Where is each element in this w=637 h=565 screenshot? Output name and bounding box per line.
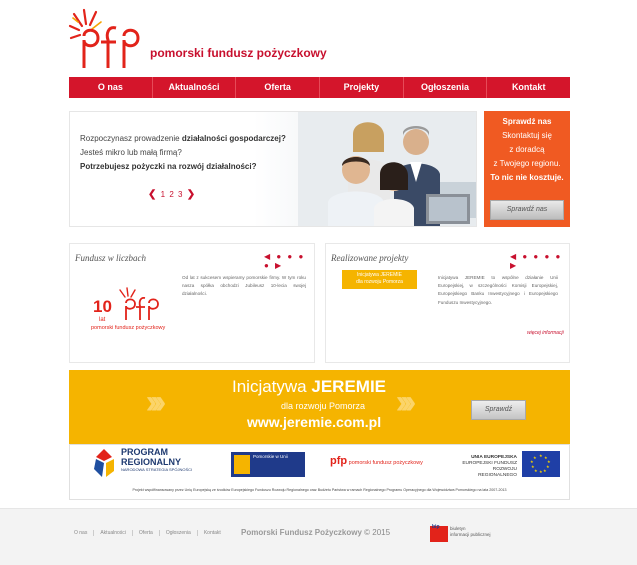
jeremie-tag-sub: dla rozwoju Pomorza xyxy=(356,279,403,285)
bip-line2: informacji publicznej xyxy=(450,532,491,537)
next-arrow-icon[interactable]: ❯ xyxy=(187,189,196,200)
svg-text:★: ★ xyxy=(539,453,543,458)
footer-link-o-nas[interactable]: O nas xyxy=(74,530,95,536)
program-line2: REGIONALNY xyxy=(121,457,182,467)
ue-line3: ROZWOJU REGIONALNEGO xyxy=(478,467,517,478)
footer-nav: O nas Aktualności Oferta Ogłoszenia Kont… xyxy=(74,530,227,536)
nav-item-oferta[interactable]: Oferta xyxy=(236,77,321,98)
prev-arrow-icon[interactable]: ❮ xyxy=(148,189,157,200)
anniversary-badge: 10 lat pomorski fundusz pożyczkowy xyxy=(91,287,167,332)
banner-title-pre: Inicjatywa xyxy=(232,377,312,396)
cofinancing-footnote: Projekt współfinansowany przez Unię Euro… xyxy=(132,488,507,492)
copyright-year: © 2015 xyxy=(361,528,391,537)
hero-line2: Jesteś mikro lub małą firmą? xyxy=(80,148,182,157)
nav-item-projekty[interactable]: Projekty xyxy=(320,77,404,98)
pfp-logo[interactable] xyxy=(68,6,146,70)
eu-flag-icon: ★ ★★★ ★★★★ ★★ xyxy=(522,451,560,477)
badge-pfp-logo xyxy=(119,287,159,320)
svg-text:★: ★ xyxy=(531,464,535,469)
program-regionalny-logo: PROGRAM REGIONALNY NARODOWA STRATEGIA SP… xyxy=(121,447,192,473)
pomorskie-text: Pomorskie w Unii xyxy=(253,454,288,459)
check-us-button[interactable]: Sprawdź nas xyxy=(490,200,564,220)
panel-title-projects: Realizowane projekty xyxy=(331,253,409,263)
panel-pager-fund[interactable]: ◀ ● ● ● ● ▶ xyxy=(264,252,314,270)
badge-number: 10 xyxy=(93,297,112,316)
pager-3[interactable]: 3 xyxy=(178,190,183,199)
svg-text:★: ★ xyxy=(539,469,543,474)
banner-url-link[interactable]: www.jeremie.com.pl xyxy=(247,414,381,430)
footer-link-oferta[interactable]: Oferta xyxy=(133,530,160,536)
promo-line3: z doradcą xyxy=(509,145,545,154)
ue-text: UNIA EUROPEJSKA EUROPEJSKI FUNDUSZ ROZWO… xyxy=(455,455,517,479)
more-info-link[interactable]: więcej informacji xyxy=(527,330,564,336)
pfp-small-text: pomorski fundusz pożyczkowy xyxy=(348,460,423,466)
nav-item-kontakt[interactable]: Kontakt xyxy=(487,77,570,98)
pfp-small-logo: pfp pomorski fundusz pożyczkowy xyxy=(330,455,423,467)
promo-line4: z Twojego regionu. xyxy=(493,159,561,168)
brand-name: pomorski fundusz pożyczkowy xyxy=(150,46,327,60)
footer-link-ogloszenia[interactable]: Ogłoszenia xyxy=(160,530,198,536)
program-line3: NARODOWA STRATEGIA SPÓJNOŚCI xyxy=(121,467,193,472)
hero-line1: Rozpoczynasz prowadzenie xyxy=(80,134,182,143)
copyright-name: Pomorski Fundusz Pożyczkowy xyxy=(241,528,362,537)
panel-title-fund: Fundusz w liczbach xyxy=(75,253,146,263)
banner-subtitle: dla rozwoju Pomorza xyxy=(281,401,366,411)
bip-logo[interactable]: bip biuletyn informacji publicznej xyxy=(430,524,492,546)
pfp-small-mark: pfp xyxy=(330,455,348,467)
nav-item-ogloszenia[interactable]: Ogłoszenia xyxy=(404,77,488,98)
promo-line5: To nic nie kosztuje. xyxy=(490,173,564,182)
bip-mark: bip xyxy=(432,524,440,530)
promo-line1: Sprawdź nas xyxy=(502,117,552,126)
main-nav: O nas Aktualności Oferta Projekty Ogłosz… xyxy=(69,77,570,98)
hero-line1-bold: działalności gospodarczej? xyxy=(181,134,286,143)
bip-text: biuletyn informacji publicznej xyxy=(450,526,491,538)
nav-item-aktualnosci[interactable]: Aktualności xyxy=(153,77,237,98)
svg-text:★: ★ xyxy=(546,464,550,469)
badge-caption: pomorski fundusz pożyczkowy xyxy=(91,325,166,331)
pomorskie-crest-icon xyxy=(234,455,250,474)
jeremie-tag[interactable]: Inicjatywa JEREMIE dla rozwoju Pomorza xyxy=(342,270,417,289)
banner-title-bold: JEREMIE xyxy=(311,377,387,396)
promo-line2: Skontaktuj się xyxy=(502,131,552,140)
hero-pager: ❮ 1 2 3 ❯ xyxy=(148,189,196,200)
fund-text: Od lat z sukcesem wspieramy pomorskie fi… xyxy=(182,275,306,297)
footer-link-kontakt[interactable]: Kontakt xyxy=(198,530,227,536)
svg-text:★: ★ xyxy=(534,468,538,473)
pager-1[interactable]: 1 xyxy=(161,190,166,199)
svg-text:★: ★ xyxy=(543,468,547,473)
hero-people-photo xyxy=(298,112,476,226)
banner-title: Inicjatywa JEREMIE xyxy=(232,377,386,397)
projects-text: Inicjatywa JEREMIE to wspólne działanie … xyxy=(438,275,558,305)
program-line1: PROGRAM xyxy=(121,447,168,457)
program-regionalny-icon xyxy=(94,449,114,477)
projects-panel: Realizowane projekty ◀ ● ● ● ● ▶ Inicjat… xyxy=(325,243,570,363)
footer-link-aktualnosci[interactable]: Aktualności xyxy=(94,530,133,536)
svg-text:★: ★ xyxy=(533,455,537,460)
copyright: Pomorski Fundusz Pożyczkowy © 2015 xyxy=(241,528,390,537)
panel-pager-projects[interactable]: ◀ ● ● ● ● ▶ xyxy=(510,252,569,270)
jeremie-tag-title: Inicjatywa JEREMIE xyxy=(356,272,402,278)
banner-check-button[interactable]: Sprawdź xyxy=(471,400,526,420)
nav-item-o-nas[interactable]: O nas xyxy=(69,77,153,98)
pomorskie-logo: Pomorskie w Unii xyxy=(231,452,305,477)
hero-slider: Rozpoczynasz prowadzenie działalności go… xyxy=(69,111,477,227)
hero-text: Rozpoczynasz prowadzenie działalności go… xyxy=(80,132,310,174)
pager-2[interactable]: 2 xyxy=(169,190,174,199)
hero-line3: Potrzebujesz pożyczki na rozwój działaln… xyxy=(80,162,257,171)
badge-suffix: lat xyxy=(99,317,106,323)
